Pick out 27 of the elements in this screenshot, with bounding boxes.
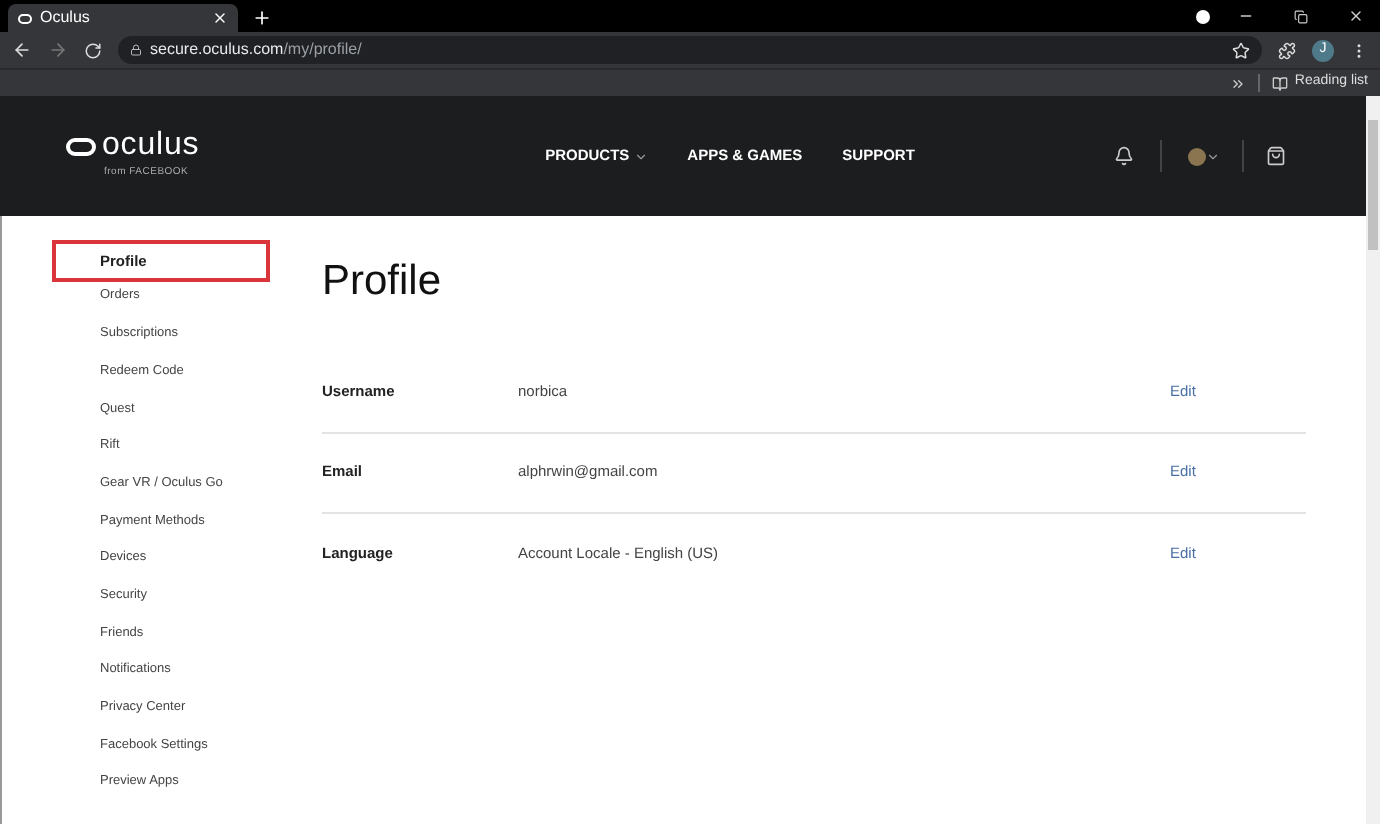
logo-text: oculus [102,130,200,163]
back-icon[interactable] [12,40,32,60]
address-bar[interactable]: secure.oculus.com/my/profile/ [118,36,1262,64]
record-icon [1196,10,1210,24]
book-icon [1272,75,1289,91]
caret-icon [633,149,648,163]
caret-icon[interactable] [1206,149,1220,163]
bell-icon[interactable] [1114,146,1134,166]
more-bookmarks-icon[interactable] [1230,75,1247,91]
close-icon[interactable] [212,10,228,26]
forward-icon[interactable] [48,40,68,60]
url-text: secure.oculus.com/my/profile/ [150,38,362,62]
favicon-icon [18,13,32,23]
extensions-icon[interactable] [1278,41,1296,59]
lock-icon [130,44,142,56]
new-tab-icon[interactable] [252,8,272,28]
close-window-icon[interactable] [1348,8,1364,24]
tab-title: Oculus [40,6,92,30]
cart-icon[interactable] [1266,146,1286,166]
browser-tab[interactable]: Oculus [8,4,238,32]
scrollbar[interactable] [1366,96,1380,824]
user-avatar[interactable] [1188,147,1206,165]
reload-icon[interactable] [84,41,102,59]
logo-icon [66,137,96,156]
restore-icon[interactable] [1294,10,1308,24]
page-title: Profile [322,256,444,308]
star-icon[interactable] [1232,41,1250,59]
